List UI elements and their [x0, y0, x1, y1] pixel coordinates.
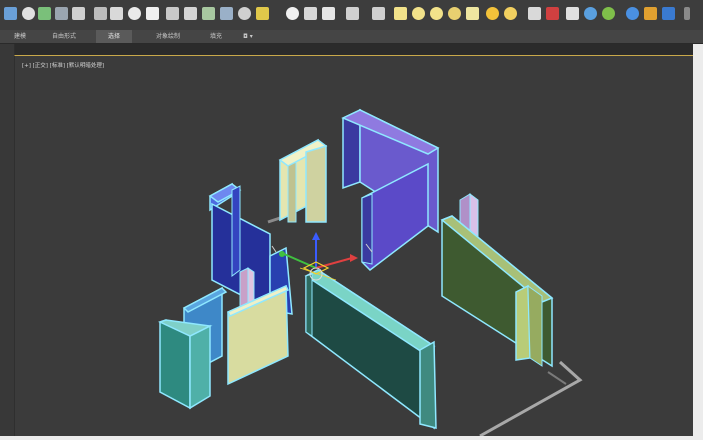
- wall-purple[interactable]: [341, 108, 440, 271]
- bottom-edge: [0, 436, 703, 440]
- scene-canvas[interactable]: [0, 0, 703, 440]
- wall-teal-front[interactable]: [304, 269, 437, 430]
- right-panel-edge: [693, 44, 703, 440]
- floor-outline: [547, 371, 567, 385]
- 3dsmax-window: 建模 自由形式 选择 对象绘制 填充 ◘ ▾ [+] [正交] [标准] [默认…: [0, 0, 703, 440]
- wall-cream-front[interactable]: [226, 284, 290, 386]
- floor-outline: [479, 360, 583, 438]
- wall-cream-back[interactable]: [278, 138, 328, 223]
- wall-green-right[interactable]: [440, 215, 554, 368]
- wall-teal-corner[interactable]: [157, 319, 213, 410]
